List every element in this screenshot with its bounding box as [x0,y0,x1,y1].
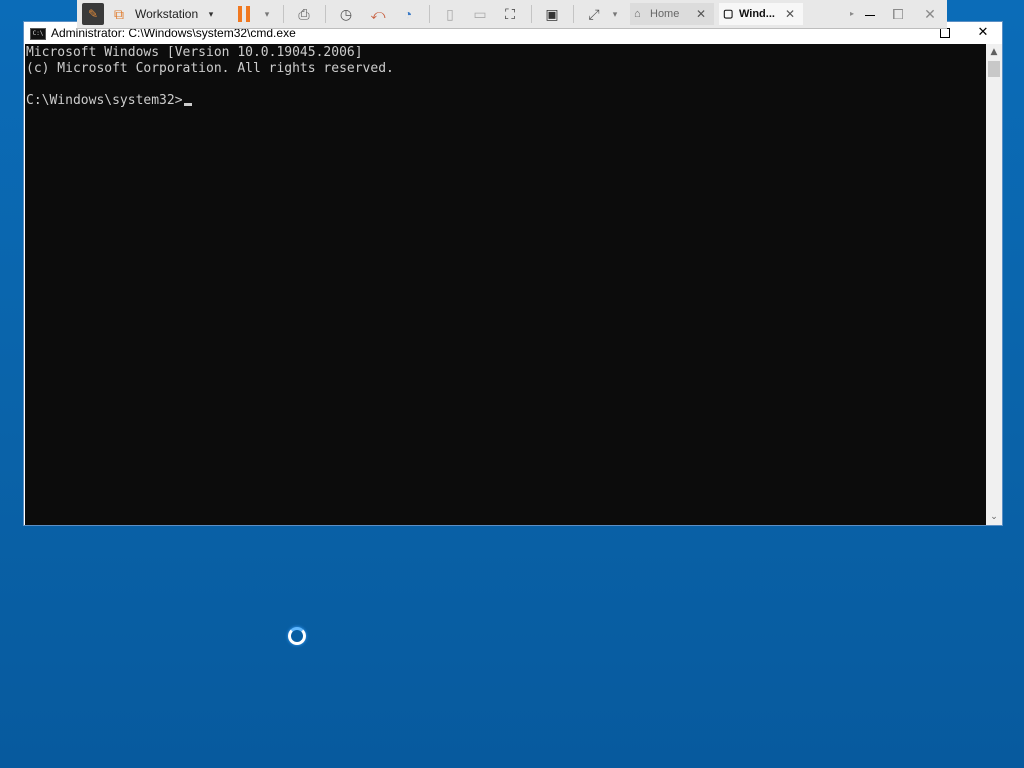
toolbar-separator [429,5,430,23]
pin-toolbar-button[interactable]: ✎ [82,3,104,25]
revert-snapshot-icon[interactable]: ⤺ [367,3,389,25]
prompt-text: C:\Windows\system32> [26,93,183,108]
close-icon: ✕ [977,25,989,40]
scroll-up-icon: ▲ [990,47,998,57]
snapshot-manager-icon[interactable]: ◔ [397,3,419,25]
tab-home-label: Home [650,8,680,20]
console-line-version: Microsoft Windows [Version 10.0.19045.20… [26,45,363,60]
console-line-copyright: (c) Microsoft Corporation. All rights re… [26,61,394,76]
text-cursor [183,103,192,106]
vm-icon: ▢ [723,8,734,20]
maximize-icon [940,28,950,38]
restore-icon[interactable]: ⧠ [887,3,909,25]
snapshot-icon[interactable]: ◷ [335,3,357,25]
workstation-dropdown-icon[interactable]: ▾ [205,3,217,25]
tab-vm-label: Wind... [739,8,775,20]
pause-button[interactable] [235,3,253,25]
close-icon[interactable]: ✕ [785,3,795,25]
scroll-up-button[interactable]: ▲ [986,44,1002,60]
scroll-thumb[interactable] [988,61,1000,77]
pin-icon: ✎ [87,7,99,21]
minimize-line [865,14,875,16]
toolbar-separator [573,5,574,23]
toolbar-separator [531,5,532,23]
cmd-window: C:\ Administrator: C:\Windows\system32\c… [24,22,1002,525]
toolbar-separator [325,5,326,23]
scroll-down-button[interactable]: ⌄ [986,509,1002,525]
stretch-dropdown-icon[interactable]: ▾ [609,3,621,25]
fullscreen-icon[interactable]: ⛶ [499,3,521,25]
cmd-app-icon[interactable]: C:\ [30,28,46,40]
pause-icon-bar [246,6,250,22]
workstation-logo-icon: ⧉ [114,6,124,22]
power-dropdown-icon[interactable]: ▾ [261,3,273,25]
console-prompt[interactable]: C:\Windows\system32> [26,93,192,109]
vertical-scrollbar[interactable]: ▲ ⌄ [986,44,1002,525]
scroll-down-icon: ⌄ [990,512,998,522]
busy-spinner-icon [288,627,306,645]
sidebar-view-icon[interactable]: ▯ [439,3,461,25]
workstation-menu-label[interactable]: Workstation [135,3,205,25]
close-button[interactable]: ✕ [964,22,1002,44]
tab-vm-windows[interactable]: ▢ Wind... ✕ [719,3,803,25]
console-output[interactable]: Microsoft Windows [Version 10.0.19045.20… [25,44,986,525]
thumbnail-view-icon[interactable]: ▭ [469,3,491,25]
exit-fullscreen-icon[interactable]: ✕ [919,3,941,25]
pause-icon [238,6,242,22]
stretch-view-icon[interactable]: ⤢ [583,3,605,25]
home-icon: ⌂ [634,8,641,20]
tab-home[interactable]: ⌂ Home ✕ [630,3,714,25]
minimize-toolbar-icon[interactable] [859,3,881,25]
toolbar-separator [283,5,284,23]
close-icon[interactable]: ✕ [696,3,706,25]
console-view-icon[interactable]: ▣ [541,3,563,25]
vmware-toolbar: ✎ ⧉ Workstation ▾ ▾ ⎙ ◷ ⤺ ◔ ▯ ▭ ⛶ ▣ ⤢ ▾ … [77,0,947,29]
send-ctrl-alt-del-icon[interactable]: ⎙ [293,3,315,25]
